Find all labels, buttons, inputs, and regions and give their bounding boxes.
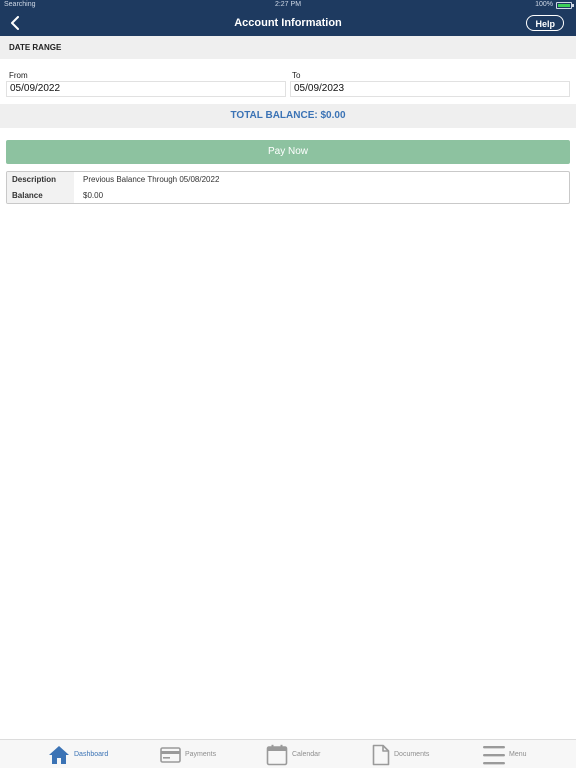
balance-row: Balance $0.00	[7, 188, 569, 203]
battery-indicator: 100%	[535, 0, 574, 10]
from-label: From	[9, 71, 28, 80]
from-date-field[interactable]: 05/09/2022	[6, 81, 286, 97]
tab-documents[interactable]: Documents	[372, 740, 429, 769]
tab-label: Dashboard	[74, 751, 109, 758]
tab-payments[interactable]: Payments	[160, 740, 216, 769]
balance-detail-card: Description Previous Balance Through 05/…	[6, 171, 570, 204]
home-icon	[49, 745, 69, 764]
tab-calendar[interactable]: Calendar	[266, 740, 320, 769]
to-label: To	[292, 71, 301, 80]
tab-label: Documents	[394, 751, 430, 758]
description-value: Previous Balance Through 05/08/2022	[83, 175, 220, 184]
date-range-header: DATE RANGE	[0, 36, 576, 59]
bottom-tab-bar: Dashboard Payments Calendar Documents Me…	[0, 739, 576, 768]
balance-label: Balance	[7, 188, 74, 203]
tab-dashboard[interactable]: Dashboard	[48, 740, 108, 769]
hamburger-menu-icon	[483, 745, 505, 764]
description-label: Description	[7, 172, 74, 188]
credit-card-icon	[160, 746, 181, 763]
document-icon	[372, 744, 390, 765]
battery-percent: 100%	[535, 1, 553, 8]
help-button[interactable]: Help	[526, 15, 564, 31]
tab-label: Menu	[509, 751, 527, 758]
status-bar: Searching 2:27 PM 100%	[0, 0, 576, 10]
balance-value: $0.00	[83, 191, 104, 200]
description-row: Description Previous Balance Through 05/…	[7, 172, 569, 188]
tab-menu[interactable]: Menu	[483, 740, 527, 769]
page-title: Account Information	[234, 17, 342, 29]
tab-label: Payments	[185, 751, 217, 758]
pay-now-button[interactable]: Pay Now	[6, 140, 570, 164]
battery-icon	[556, 2, 574, 9]
total-balance: TOTAL BALANCE: $0.00	[0, 104, 576, 128]
status-clock: 2:27 PM	[274, 1, 302, 8]
nav-bar: Account Information Help	[0, 10, 576, 36]
to-date-field[interactable]: 05/09/2023	[290, 81, 570, 97]
tab-label: Calendar	[292, 751, 321, 758]
calendar-icon	[266, 744, 288, 765]
